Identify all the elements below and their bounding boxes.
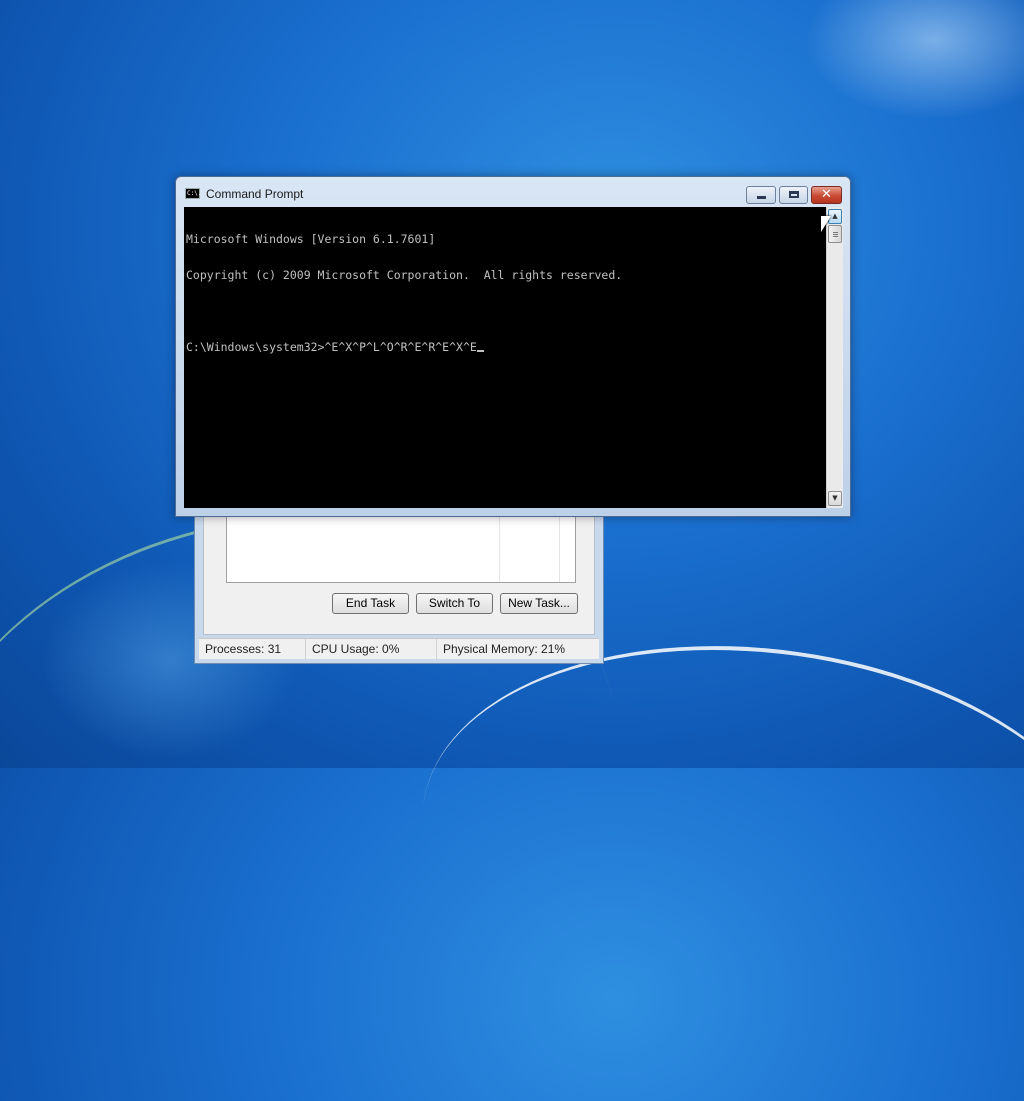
close-icon: ✕ <box>821 187 832 202</box>
command-prompt-window[interactable]: C:\. Command Prompt ✕ Microsoft Windows … <box>175 176 851 517</box>
status-cpu-usage: CPU Usage: 0% <box>306 639 437 659</box>
scroll-down-button[interactable]: ▼ <box>828 491 842 506</box>
title-bar[interactable]: C:\. Command Prompt ✕ <box>176 177 850 207</box>
task-manager-window[interactable]: End Task Switch To New Task... Processes… <box>194 500 604 664</box>
grip-line <box>833 236 838 237</box>
console-prompt-line: C:\Windows\system32>^E^X^P^L^O^R^E^R^E^X… <box>186 341 826 353</box>
maximize-button[interactable] <box>779 186 808 204</box>
cmd-icon[interactable]: C:\. <box>185 188 201 199</box>
minimize-icon <box>757 196 766 199</box>
chevron-down-icon: ▼ <box>832 494 838 502</box>
console-prompt-text: C:\Windows\system32>^E^X^P^L^O^R^E^R^E^X… <box>186 340 477 354</box>
maximize-icon <box>789 191 799 198</box>
task-manager-panel: End Task Switch To New Task... <box>203 501 595 635</box>
wallpaper-glow <box>804 0 1024 120</box>
status-physical-memory: Physical Memory: 21% <box>443 642 566 656</box>
grip-line <box>833 232 838 233</box>
status-processes: Processes: 31 <box>199 639 306 659</box>
minimize-button[interactable] <box>746 186 776 204</box>
close-button[interactable]: ✕ <box>811 186 842 204</box>
console-line: Copyright (c) 2009 Microsoft Corporation… <box>186 268 623 282</box>
chevron-up-icon: ▲ <box>832 212 838 220</box>
console-output[interactable]: Microsoft Windows [Version 6.1.7601] Cop… <box>184 207 826 508</box>
end-task-button[interactable]: End Task <box>332 593 409 614</box>
status-bar: Processes: 31 CPU Usage: 0% Physical Mem… <box>199 638 599 659</box>
mouse-pointer-icon <box>821 216 831 232</box>
new-task-button[interactable]: New Task... <box>500 593 578 614</box>
text-cursor <box>476 350 484 352</box>
console-line: Microsoft Windows [Version 6.1.7601] <box>186 232 436 246</box>
wallpaper-swirl <box>395 603 1024 1101</box>
grip-line <box>833 234 838 235</box>
switch-to-button[interactable]: Switch To <box>416 593 493 614</box>
window-title: Command Prompt <box>206 187 304 201</box>
vertical-scrollbar[interactable]: ▲ ▼ <box>826 207 843 508</box>
